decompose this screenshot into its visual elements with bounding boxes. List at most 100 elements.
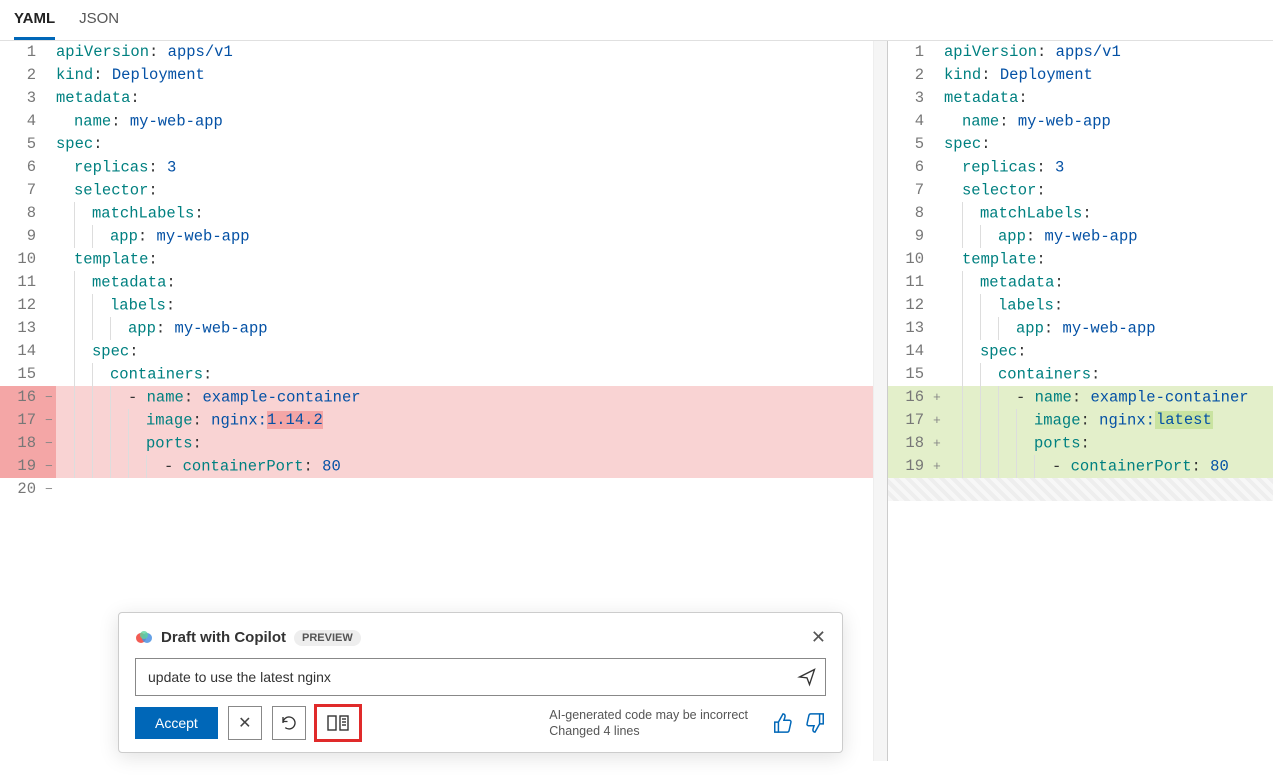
code-line[interactable]: 14 spec: bbox=[0, 340, 887, 363]
code-content: spec: bbox=[56, 340, 887, 364]
line-number: 18 bbox=[0, 432, 44, 455]
prompt-field-wrapper bbox=[135, 658, 826, 696]
code-content: - containerPort: 80 bbox=[944, 455, 1273, 479]
line-number: 15 bbox=[888, 363, 932, 386]
code-line[interactable]: 9 app: my-web-app bbox=[0, 225, 887, 248]
code-line[interactable]: 7 selector: bbox=[888, 179, 1273, 202]
code-line[interactable]: 19+ - containerPort: 80 bbox=[888, 455, 1273, 478]
line-number: 9 bbox=[0, 225, 44, 248]
code-line[interactable]: 6 replicas: 3 bbox=[0, 156, 887, 179]
code-line[interactable]: 4 name: my-web-app bbox=[888, 110, 1273, 133]
code-line[interactable]: 18− ports: bbox=[0, 432, 887, 455]
code-content: metadata: bbox=[944, 87, 1273, 110]
line-number: 10 bbox=[888, 248, 932, 271]
code-line[interactable]: 20− bbox=[0, 478, 887, 501]
code-content: ports: bbox=[56, 432, 887, 456]
code-line[interactable]: 17− image: nginx:1.14.2 bbox=[0, 409, 887, 432]
code-line[interactable]: 3metadata: bbox=[888, 87, 1273, 110]
code-line[interactable]: 8 matchLabels: bbox=[888, 202, 1273, 225]
diff-sign: − bbox=[44, 478, 56, 501]
code-line[interactable]: 6 replicas: 3 bbox=[888, 156, 1273, 179]
discard-button[interactable]: ✕ bbox=[228, 706, 262, 740]
code-content: name: my-web-app bbox=[56, 110, 887, 134]
code-line[interactable]: 11 metadata: bbox=[0, 271, 887, 294]
code-line[interactable]: 2kind: Deployment bbox=[0, 64, 887, 87]
code-line[interactable]: 11 metadata: bbox=[888, 271, 1273, 294]
pane-after[interactable]: 1 apiVersion: apps/v12kind: Deployment3me… bbox=[888, 41, 1273, 761]
code-line[interactable]: 14 spec: bbox=[888, 340, 1273, 363]
close-icon[interactable]: ✕ bbox=[811, 627, 826, 648]
thumbs-down-icon[interactable] bbox=[804, 712, 826, 734]
line-number: 17 bbox=[0, 409, 44, 432]
code-line[interactable]: 5spec: bbox=[0, 133, 887, 156]
code-line[interactable]: 13 app: my-web-app bbox=[0, 317, 887, 340]
line-number: 13 bbox=[0, 317, 44, 340]
tab-yaml[interactable]: YAML bbox=[14, 10, 55, 40]
line-number: 2 bbox=[0, 64, 44, 87]
scrollbar[interactable] bbox=[873, 41, 887, 761]
code-line[interactable]: 1 apiVersion: apps/v1 bbox=[888, 41, 1273, 64]
code-line[interactable]: 13 app: my-web-app bbox=[888, 317, 1273, 340]
line-number: 9 bbox=[888, 225, 932, 248]
line-number: 11 bbox=[888, 271, 932, 294]
code-line[interactable]: 8 matchLabels: bbox=[0, 202, 887, 225]
diff-sign: + bbox=[932, 432, 944, 455]
code-line[interactable]: 19− - containerPort: 80 bbox=[0, 455, 887, 478]
send-icon[interactable] bbox=[797, 667, 817, 687]
code-line[interactable]: 7 selector: bbox=[0, 179, 887, 202]
code-content: apiVersion: apps/v1 bbox=[56, 41, 887, 64]
diff-sign: − bbox=[44, 409, 56, 432]
code-line[interactable]: 10 template: bbox=[0, 248, 887, 271]
code-content: labels: bbox=[944, 294, 1273, 318]
line-number: 12 bbox=[888, 294, 932, 317]
code-line[interactable]: 15 containers: bbox=[0, 363, 887, 386]
ai-warning: AI-generated code may be incorrect Chang… bbox=[549, 707, 748, 740]
diff-view-button[interactable] bbox=[316, 706, 360, 740]
code-content: matchLabels: bbox=[56, 202, 887, 226]
code-content: selector: bbox=[56, 179, 887, 203]
regenerate-button[interactable] bbox=[272, 706, 306, 740]
code-line[interactable]: 4 name: my-web-app bbox=[0, 110, 887, 133]
tab-json[interactable]: JSON bbox=[79, 10, 119, 40]
accept-button[interactable]: Accept bbox=[135, 707, 218, 739]
code-line[interactable]: 5spec: bbox=[888, 133, 1273, 156]
preview-badge: PREVIEW bbox=[294, 630, 361, 646]
prompt-input[interactable] bbox=[146, 668, 797, 686]
code-line[interactable]: 3metadata: bbox=[0, 87, 887, 110]
line-number: 14 bbox=[0, 340, 44, 363]
code-line[interactable]: 10 template: bbox=[888, 248, 1273, 271]
code-content: labels: bbox=[56, 294, 887, 318]
code-line[interactable]: 15 containers: bbox=[888, 363, 1273, 386]
line-number: 8 bbox=[0, 202, 44, 225]
thumbs-up-icon[interactable] bbox=[772, 712, 794, 734]
line-number: 2 bbox=[888, 64, 932, 87]
placeholder-hatch bbox=[888, 478, 1273, 501]
code-content: image: nginx:latest bbox=[944, 409, 1273, 433]
code-content: replicas: 3 bbox=[944, 156, 1273, 180]
line-number: 19 bbox=[0, 455, 44, 478]
code-line[interactable]: 12 labels: bbox=[0, 294, 887, 317]
code-line[interactable]: 1apiVersion: apps/v1 bbox=[0, 41, 887, 64]
code-content: metadata: bbox=[944, 271, 1273, 295]
code-content: app: my-web-app bbox=[944, 225, 1273, 249]
code-line[interactable]: 2kind: Deployment bbox=[888, 64, 1273, 87]
code-line[interactable]: 9 app: my-web-app bbox=[888, 225, 1273, 248]
code-content: app: my-web-app bbox=[56, 317, 887, 341]
line-number: 11 bbox=[0, 271, 44, 294]
code-line[interactable]: 17+ image: nginx:latest bbox=[888, 409, 1273, 432]
code-content: containers: bbox=[944, 363, 1273, 387]
code-line[interactable]: 18+ ports: bbox=[888, 432, 1273, 455]
line-number: 10 bbox=[0, 248, 44, 271]
code-content: spec: bbox=[944, 340, 1273, 364]
line-number: 16 bbox=[0, 386, 44, 409]
line-number: 20 bbox=[0, 478, 44, 501]
code-line[interactable]: 16− - name: example-container bbox=[0, 386, 887, 409]
code-content: template: bbox=[56, 248, 887, 272]
code-content: apiVersion: apps/v1 bbox=[944, 41, 1273, 64]
code-line[interactable]: 12 labels: bbox=[888, 294, 1273, 317]
line-number: 1 bbox=[888, 41, 932, 64]
code-content: ports: bbox=[944, 432, 1273, 456]
code-line[interactable]: 16+ - name: example-container bbox=[888, 386, 1273, 409]
code-content: containers: bbox=[56, 363, 887, 387]
code-content: selector: bbox=[944, 179, 1273, 203]
